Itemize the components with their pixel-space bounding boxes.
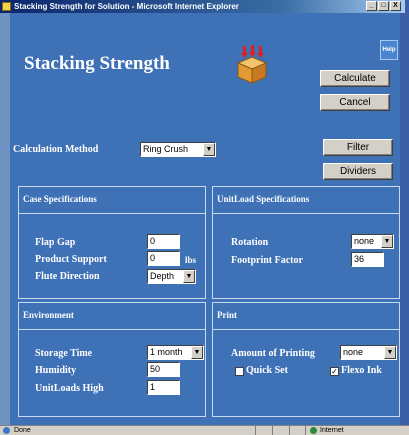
title-bar[interactable]: Stacking Strength for Solution - Microso… — [0, 0, 405, 13]
page-content: Help Stacking Strength Calculate Cancel … — [10, 13, 400, 425]
amount-of-printing-value: none — [343, 347, 364, 357]
storage-time-value: 1 month — [150, 347, 183, 357]
chevron-down-icon: ▼ — [191, 346, 203, 359]
unitload-specifications-panel: UnitLoad Specifications Rotation none ▼ … — [212, 186, 400, 299]
window-title: Stacking Strength for Solution - Microso… — [14, 2, 239, 11]
storage-time-label: Storage Time — [35, 348, 93, 359]
product-support-input[interactable]: 0 — [147, 251, 180, 266]
case-specifications-title: Case Specifications — [23, 194, 97, 204]
print-title: Print — [217, 310, 237, 320]
calculation-method-select[interactable]: Ring Crush ▼ — [140, 142, 216, 157]
flute-direction-select[interactable]: Depth ▼ — [147, 269, 196, 284]
flute-direction-label: Flute Direction — [35, 271, 100, 282]
chevron-down-icon: ▼ — [384, 346, 396, 359]
rotation-label: Rotation — [231, 237, 269, 248]
status-cell — [272, 426, 288, 435]
flexo-ink-checkbox[interactable]: ✓ — [330, 367, 339, 376]
unitload-specifications-title: UnitLoad Specifications — [217, 194, 310, 204]
panel-divider — [213, 329, 399, 330]
chevron-down-icon: ▼ — [381, 235, 393, 248]
storage-time-select[interactable]: 1 month ▼ — [147, 345, 204, 360]
chevron-down-icon: ▼ — [203, 143, 215, 156]
humidity-input[interactable]: 50 — [147, 362, 180, 377]
rotation-value: none — [354, 236, 375, 246]
rotation-select[interactable]: none ▼ — [351, 234, 394, 249]
environment-title: Environment — [23, 310, 74, 320]
environment-panel: Environment Storage Time 1 month ▼ Humid… — [18, 302, 206, 417]
box-with-arrows-icon — [236, 45, 268, 84]
footprint-factor-input[interactable]: 36 — [351, 252, 384, 267]
calculate-button[interactable]: Calculate — [320, 70, 390, 87]
status-cell — [255, 426, 271, 435]
window-controls: _ □ X — [366, 1, 401, 11]
filter-button[interactable]: Filter — [323, 139, 393, 156]
case-specifications-panel: Case Specifications Flap Gap 0 Product S… — [18, 186, 206, 299]
status-bar: Done Internet — [0, 425, 409, 435]
close-button[interactable]: X — [390, 1, 401, 11]
amount-of-printing-select[interactable]: none ▼ — [340, 345, 397, 360]
quick-set-label: Quick Set — [246, 365, 288, 376]
flap-gap-input[interactable]: 0 — [147, 234, 180, 249]
zone-label: Internet — [320, 427, 344, 434]
ie-page-icon — [2, 2, 11, 11]
unitloads-high-input[interactable]: 1 — [147, 380, 180, 395]
panel-divider — [19, 213, 205, 214]
unitloads-high-label: UnitLoads High — [35, 383, 104, 394]
flap-gap-label: Flap Gap — [35, 237, 76, 248]
ie-page-icon — [3, 427, 10, 434]
help-button[interactable]: Help — [380, 40, 398, 60]
globe-icon — [310, 427, 317, 434]
humidity-label: Humidity — [35, 365, 77, 376]
status-cell — [289, 426, 305, 435]
cancel-button[interactable]: Cancel — [320, 94, 390, 111]
browser-window: Stacking Strength for Solution - Microso… — [0, 0, 409, 435]
flute-direction-value: Depth — [150, 271, 175, 281]
dividers-button[interactable]: Dividers — [323, 163, 393, 180]
product-support-label: Product Support — [35, 254, 107, 265]
calculation-method-label: Calculation Method — [13, 144, 99, 155]
status-text: Done — [14, 427, 31, 434]
footprint-factor-label: Footprint Factor — [231, 255, 303, 266]
panel-divider — [19, 329, 205, 330]
minimize-button[interactable]: _ — [366, 1, 377, 11]
maximize-button[interactable]: □ — [378, 1, 389, 11]
panel-divider — [213, 213, 399, 214]
calculation-method-value: Ring Crush — [143, 144, 189, 154]
security-zone: Internet — [305, 426, 405, 435]
print-panel: Print Amount of Printing none ▼ Quick Se… — [212, 302, 400, 417]
flexo-ink-label: Flexo Ink — [341, 365, 382, 376]
product-support-unit: lbs — [185, 255, 197, 265]
chevron-down-icon: ▼ — [183, 270, 195, 283]
amount-of-printing-label: Amount of Printing — [231, 348, 315, 359]
page-title: Stacking Strength — [24, 53, 170, 74]
quick-set-checkbox[interactable] — [235, 367, 244, 376]
